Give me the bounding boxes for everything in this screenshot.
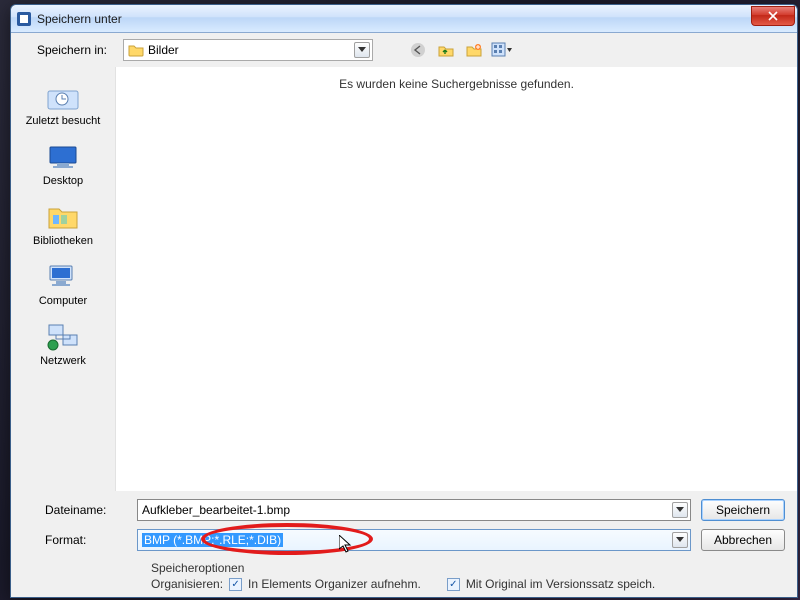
computer-icon [45,261,81,293]
organize-label: Organisieren: [151,577,223,591]
up-one-level-button[interactable] [433,39,459,61]
file-list-pane[interactable]: Es wurden keine Suchergebnisse gefunden. [115,67,797,491]
folder-icon [128,42,144,58]
opt2-checkbox[interactable] [447,578,460,591]
view-menu-icon [491,41,513,59]
window-title: Speichern unter [37,12,751,26]
opt2-label: Mit Original im Versionssatz speich. [466,577,655,591]
place-label: Netzwerk [20,355,106,367]
save-button-label: Speichern [716,503,770,517]
lookin-label: Speichern in: [27,43,107,57]
save-button[interactable]: Speichern [701,499,785,521]
place-computer[interactable]: Computer [18,255,108,313]
chevron-down-icon[interactable] [672,502,688,518]
chevron-down-icon[interactable] [672,532,688,548]
filename-input[interactable]: Aufkleber_bearbeitet-1.bmp [137,499,691,521]
place-label: Computer [20,295,106,307]
recent-icon [45,81,81,113]
options-title: Speicheroptionen [151,561,785,575]
view-menu-button[interactable] [489,39,515,61]
back-icon [409,41,427,59]
place-label: Zuletzt besucht [20,115,106,127]
new-folder-icon [465,41,483,59]
save-as-dialog: Speichern unter Speichern in: Bilder [10,4,798,598]
desktop-icon [45,141,81,173]
format-row: Format: BMP (*.BMP;*.RLE;*.DIB) Abbreche… [23,529,785,551]
place-network[interactable]: Netzwerk [18,315,108,373]
format-value: BMP (*.BMP;*.RLE;*.DIB) [142,533,283,547]
place-label: Desktop [20,175,106,187]
lookin-value: Bilder [148,43,179,57]
place-libraries[interactable]: Bibliotheken [18,195,108,253]
save-options: Speicheroptionen Organisieren: In Elemen… [23,559,785,593]
dialog-bottom: Dateiname: Aufkleber_bearbeitet-1.bmp Sp… [11,491,797,597]
place-desktop[interactable]: Desktop [18,135,108,193]
place-recent[interactable]: Zuletzt besucht [18,75,108,133]
lookin-combo[interactable]: Bilder [123,39,373,61]
format-select[interactable]: BMP (*.BMP;*.RLE;*.DIB) [137,529,691,551]
back-button[interactable] [405,39,431,61]
lookin-toolbar: Speichern in: Bilder [11,33,797,67]
opt1-checkbox[interactable] [229,578,242,591]
filename-label: Dateiname: [23,503,127,517]
place-label: Bibliotheken [20,235,106,247]
places-bar: Zuletzt besucht Desktop Bibliotheken Com… [11,67,115,491]
titlebar: Speichern unter [11,5,797,33]
chevron-down-icon [354,42,370,58]
format-label: Format: [23,533,127,547]
opt1-label: In Elements Organizer aufnehm. [248,577,421,591]
no-results-text: Es wurden keine Suchergebnisse gefunden. [116,77,797,91]
nav-icons [405,39,515,61]
filename-value: Aufkleber_bearbeitet-1.bmp [142,503,290,517]
filename-row: Dateiname: Aufkleber_bearbeitet-1.bmp Sp… [23,499,785,521]
cancel-button[interactable]: Abbrechen [701,529,785,551]
libraries-icon [45,201,81,233]
network-icon [45,321,81,353]
close-button[interactable] [751,6,795,26]
new-folder-button[interactable] [461,39,487,61]
up-folder-icon [437,41,455,59]
cancel-button-label: Abbrechen [714,533,772,547]
app-icon [17,12,31,26]
dialog-body: Zuletzt besucht Desktop Bibliotheken Com… [11,67,797,491]
close-icon [768,11,778,21]
